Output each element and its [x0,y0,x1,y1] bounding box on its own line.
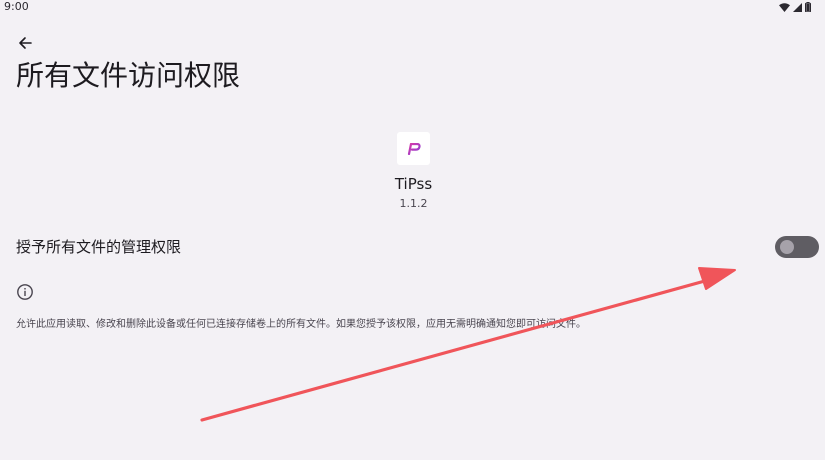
status-icons [779,2,811,12]
permission-switch[interactable] [775,236,819,258]
tipss-app-icon [397,132,430,165]
app-version: 1.1.2 [399,197,428,210]
status-bar: 9:00 [0,0,825,16]
arrow-back-icon [19,37,32,49]
permission-toggle-row[interactable]: 授予所有文件的管理权限 [0,230,825,264]
info-icon [17,284,33,300]
app-logo-glyph [407,142,421,155]
wifi-icon [779,2,790,12]
switch-thumb [780,240,794,254]
back-button[interactable] [14,32,36,54]
app-name: TiPss [394,175,433,193]
cellular-signal-icon [793,2,802,12]
permission-label: 授予所有文件的管理权限 [16,238,182,256]
permission-description: 允许此应用读取、修改和删除此设备或任何已连接存储卷上的所有文件。如果您授予该权限… [16,319,586,330]
status-time: 9:00 [4,0,29,13]
settings-screen: 9:00 所有文件访问权限 TiPss 1.1.2 授予所有文件的管理权限 允许… [0,0,825,460]
battery-icon [805,2,811,12]
page-title: 所有文件访问权限 [16,59,241,92]
